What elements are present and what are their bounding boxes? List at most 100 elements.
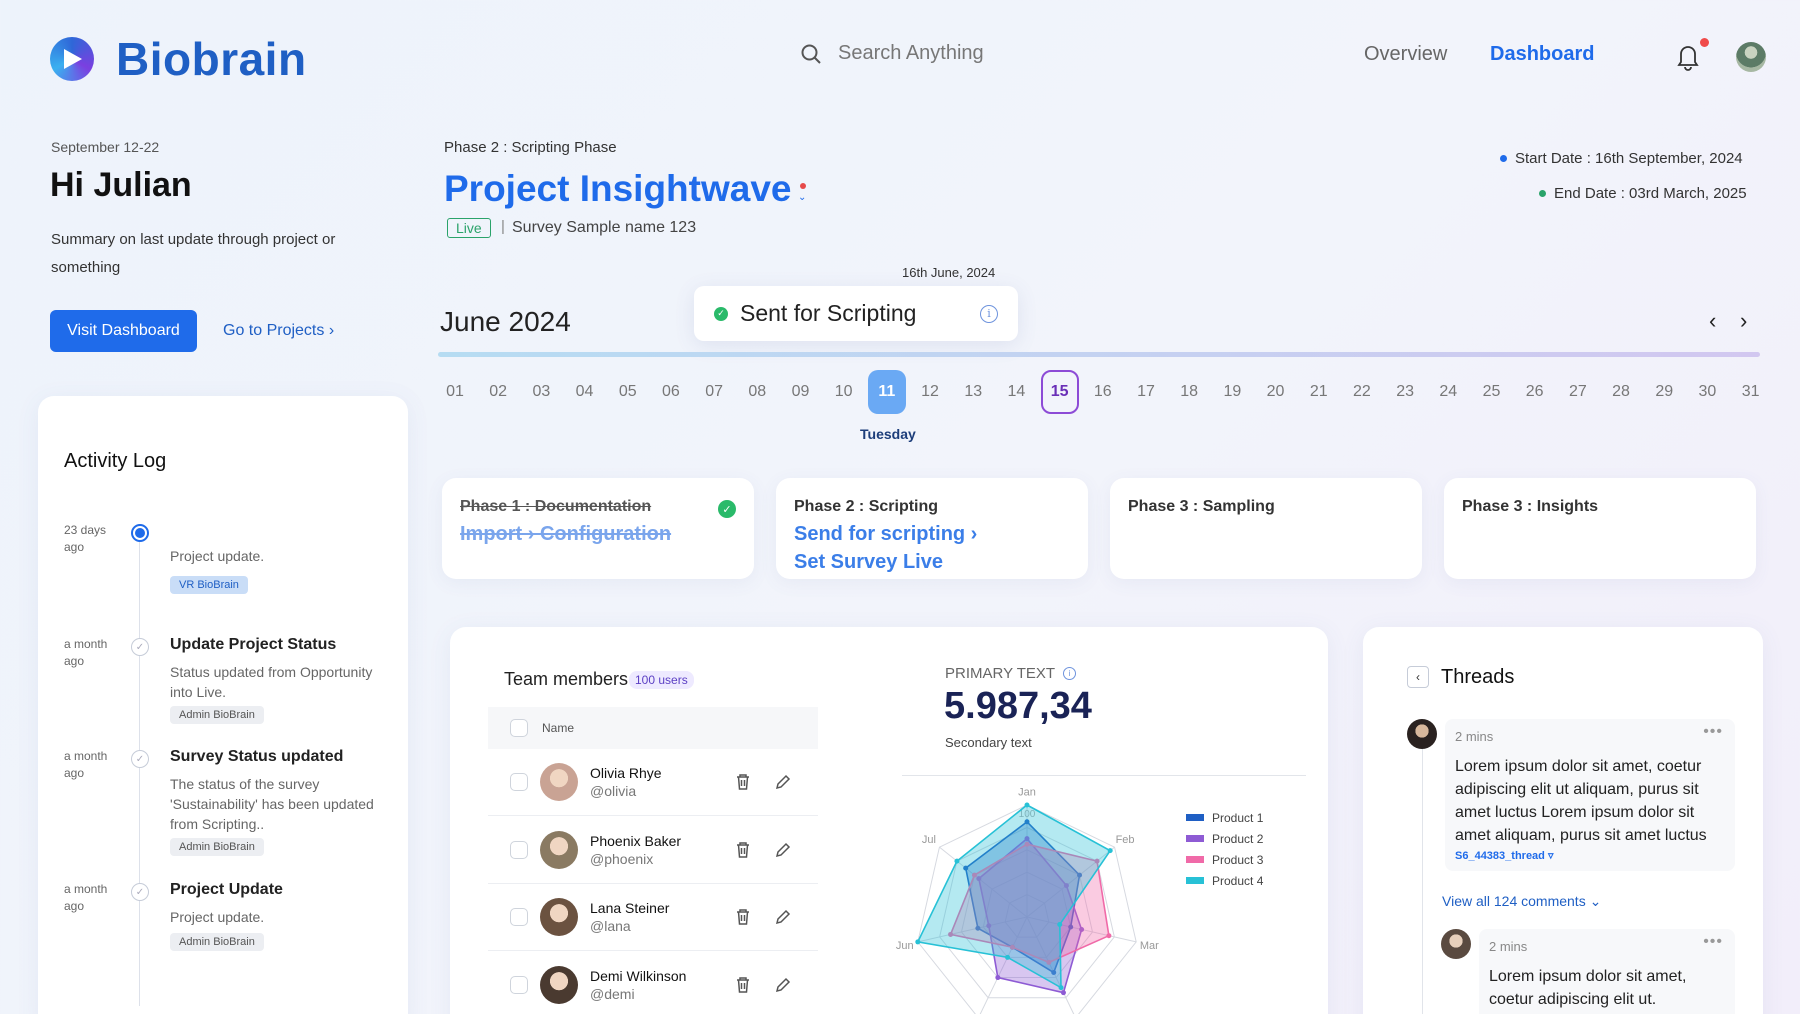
nav-dashboard[interactable]: Dashboard	[1490, 43, 1594, 66]
calendar-day[interactable]: 19	[1213, 370, 1251, 414]
info-icon[interactable]: i	[980, 304, 998, 323]
row-checkbox[interactable]	[510, 840, 528, 859]
trash-icon[interactable]	[731, 973, 755, 997]
trash-icon[interactable]	[731, 838, 755, 862]
project-status-dot	[800, 183, 806, 189]
search-input[interactable]: Search Anything	[838, 42, 984, 65]
row-checkbox[interactable]	[510, 975, 528, 994]
brand-logo[interactable]: Biobrain	[50, 32, 307, 86]
legend-swatch	[1186, 877, 1204, 884]
end-dot-icon	[1539, 190, 1546, 197]
more-options-icon[interactable]: •••	[1703, 723, 1723, 741]
activity-time: a month ago	[64, 637, 108, 668]
calendar-day[interactable]: 22	[1343, 370, 1381, 414]
calendar-day[interactable]: 02	[479, 370, 517, 414]
calendar-day[interactable]: 12	[911, 370, 949, 414]
calendar-day[interactable]: 21	[1300, 370, 1338, 414]
phase-step[interactable]: Import › Configuration	[460, 520, 736, 548]
calendar-day[interactable]: 11	[867, 370, 906, 414]
calendar-day[interactable]: 10	[825, 370, 863, 414]
row-checkbox[interactable]	[510, 773, 528, 791]
view-all-comments-link[interactable]: View all 124 comments ⌄	[1442, 893, 1601, 910]
chevron-down-icon[interactable]: ⌄	[798, 192, 806, 203]
nav-overview[interactable]: Overview	[1364, 43, 1447, 66]
search-bar[interactable]: Search Anything	[800, 42, 984, 65]
primary-stat-label-text: PRIMARY TEXT	[945, 665, 1056, 682]
team-members-title: Team members	[504, 669, 629, 689]
calendar-day[interactable]: 09	[782, 370, 820, 414]
phase-card-insights[interactable]: Phase 3 : Insights	[1444, 478, 1756, 579]
row-checkbox[interactable]	[510, 908, 528, 926]
phase-card-scripting[interactable]: Phase 2 : Scripting Send for scripting ›…	[776, 478, 1088, 579]
calendar-day[interactable]: 07	[695, 370, 733, 414]
member-name: Phoenix Baker	[590, 832, 682, 849]
calendar-day[interactable]: 31	[1732, 370, 1770, 414]
legend-item: Product 1	[1186, 807, 1263, 828]
member-handle: @olivia	[590, 783, 637, 799]
table-row[interactable]: Olivia Rhye @olivia	[488, 749, 818, 816]
activity-time: 23 days ago	[64, 523, 107, 554]
notification-bell-icon[interactable]	[1674, 42, 1702, 72]
go-to-projects-link[interactable]: Go to Projects ›	[223, 322, 334, 340]
calendar-day[interactable]: 05	[609, 370, 647, 414]
table-row[interactable]: Demi Wilkinson @demi	[488, 952, 818, 1014]
table-row[interactable]: Lana Steiner @lana	[488, 884, 818, 951]
calendar-day[interactable]: 17	[1127, 370, 1165, 414]
thread-comment[interactable]: 2 mins ••• Lorem ipsum dolor sit amet, c…	[1479, 929, 1735, 1014]
calendar-day[interactable]: 28	[1602, 370, 1640, 414]
calendar-day[interactable]: 03	[522, 370, 560, 414]
phase-step[interactable]: Send for scripting ›	[794, 520, 1070, 548]
edit-pencil-icon[interactable]	[771, 770, 795, 794]
radar-chart: JanFebMarJunJul100	[896, 787, 1159, 1014]
calendar-day[interactable]: 06	[652, 370, 690, 414]
more-options-icon[interactable]: •••	[1703, 933, 1723, 951]
calendar-day[interactable]: 20	[1257, 370, 1295, 414]
calendar-day[interactable]: 23	[1386, 370, 1424, 414]
calendar-day[interactable]: 01	[436, 370, 474, 414]
phase-card-sampling[interactable]: Phase 3 : Sampling	[1110, 478, 1422, 579]
visit-dashboard-button[interactable]: Visit Dashboard	[50, 310, 197, 352]
calendar-day[interactable]: 04	[566, 370, 604, 414]
calendar-day[interactable]: 15	[1040, 370, 1079, 414]
member-info: Lana Steiner @lana	[590, 900, 725, 934]
phase-step[interactable]: Set Survey Live	[794, 548, 1070, 576]
calendar-day[interactable]: 30	[1688, 370, 1726, 414]
calendar-day[interactable]: 24	[1429, 370, 1467, 414]
calendar-day[interactable]: 13	[954, 370, 992, 414]
start-date-text: Start Date : 16th September, 2024	[1515, 150, 1743, 167]
avatar	[540, 965, 578, 1004]
back-arrow-icon[interactable]: ‹	[1407, 666, 1429, 688]
table-row[interactable]: Phoenix Baker @phoenix	[488, 817, 818, 884]
edit-pencil-icon[interactable]	[771, 905, 795, 929]
user-avatar[interactable]	[1736, 42, 1766, 72]
threads-panel: ‹ Threads 2 mins ••• Lorem ipsum dolor s…	[1363, 627, 1763, 1014]
phase-card-documentation[interactable]: Phase 1 : Documentation Import › Configu…	[442, 478, 754, 579]
calendar-day[interactable]: 14	[997, 370, 1035, 414]
thread-comment[interactable]: 2 mins ••• Lorem ipsum dolor sit amet, c…	[1445, 719, 1735, 871]
calendar-day[interactable]: 27	[1559, 370, 1597, 414]
edit-pencil-icon[interactable]	[771, 973, 795, 997]
select-all-checkbox[interactable]	[510, 719, 528, 737]
edit-pencil-icon[interactable]	[771, 838, 795, 862]
calendar-day[interactable]: 29	[1645, 370, 1683, 414]
calendar-prev-button[interactable]: ‹	[1709, 308, 1716, 334]
thread-link[interactable]: S6_44383_thread ▿	[1455, 849, 1553, 862]
calendar-day[interactable]: 18	[1170, 370, 1208, 414]
calendar-next-button[interactable]: ›	[1740, 308, 1747, 334]
legend-label: Product 3	[1212, 852, 1264, 867]
calendar-day[interactable]: 26	[1516, 370, 1554, 414]
activity-time: a month ago	[64, 749, 108, 780]
trash-icon[interactable]	[731, 905, 755, 929]
activity-desc: Project update.	[170, 548, 265, 564]
trash-icon[interactable]	[731, 770, 755, 794]
info-icon[interactable]: i	[1063, 667, 1077, 680]
avatar	[540, 763, 578, 801]
calendar-day[interactable]: 16	[1084, 370, 1122, 414]
radar-data-point	[1107, 848, 1113, 854]
current-phase-label: Phase 2 : Scripting Phase	[444, 139, 617, 156]
calendar-day[interactable]: 25	[1473, 370, 1511, 414]
calendar-day[interactable]: 08	[738, 370, 776, 414]
biobrain-logo-icon	[50, 37, 94, 81]
activity-title: Project Update	[170, 881, 283, 898]
activity-title: Survey Status updated	[170, 748, 344, 765]
